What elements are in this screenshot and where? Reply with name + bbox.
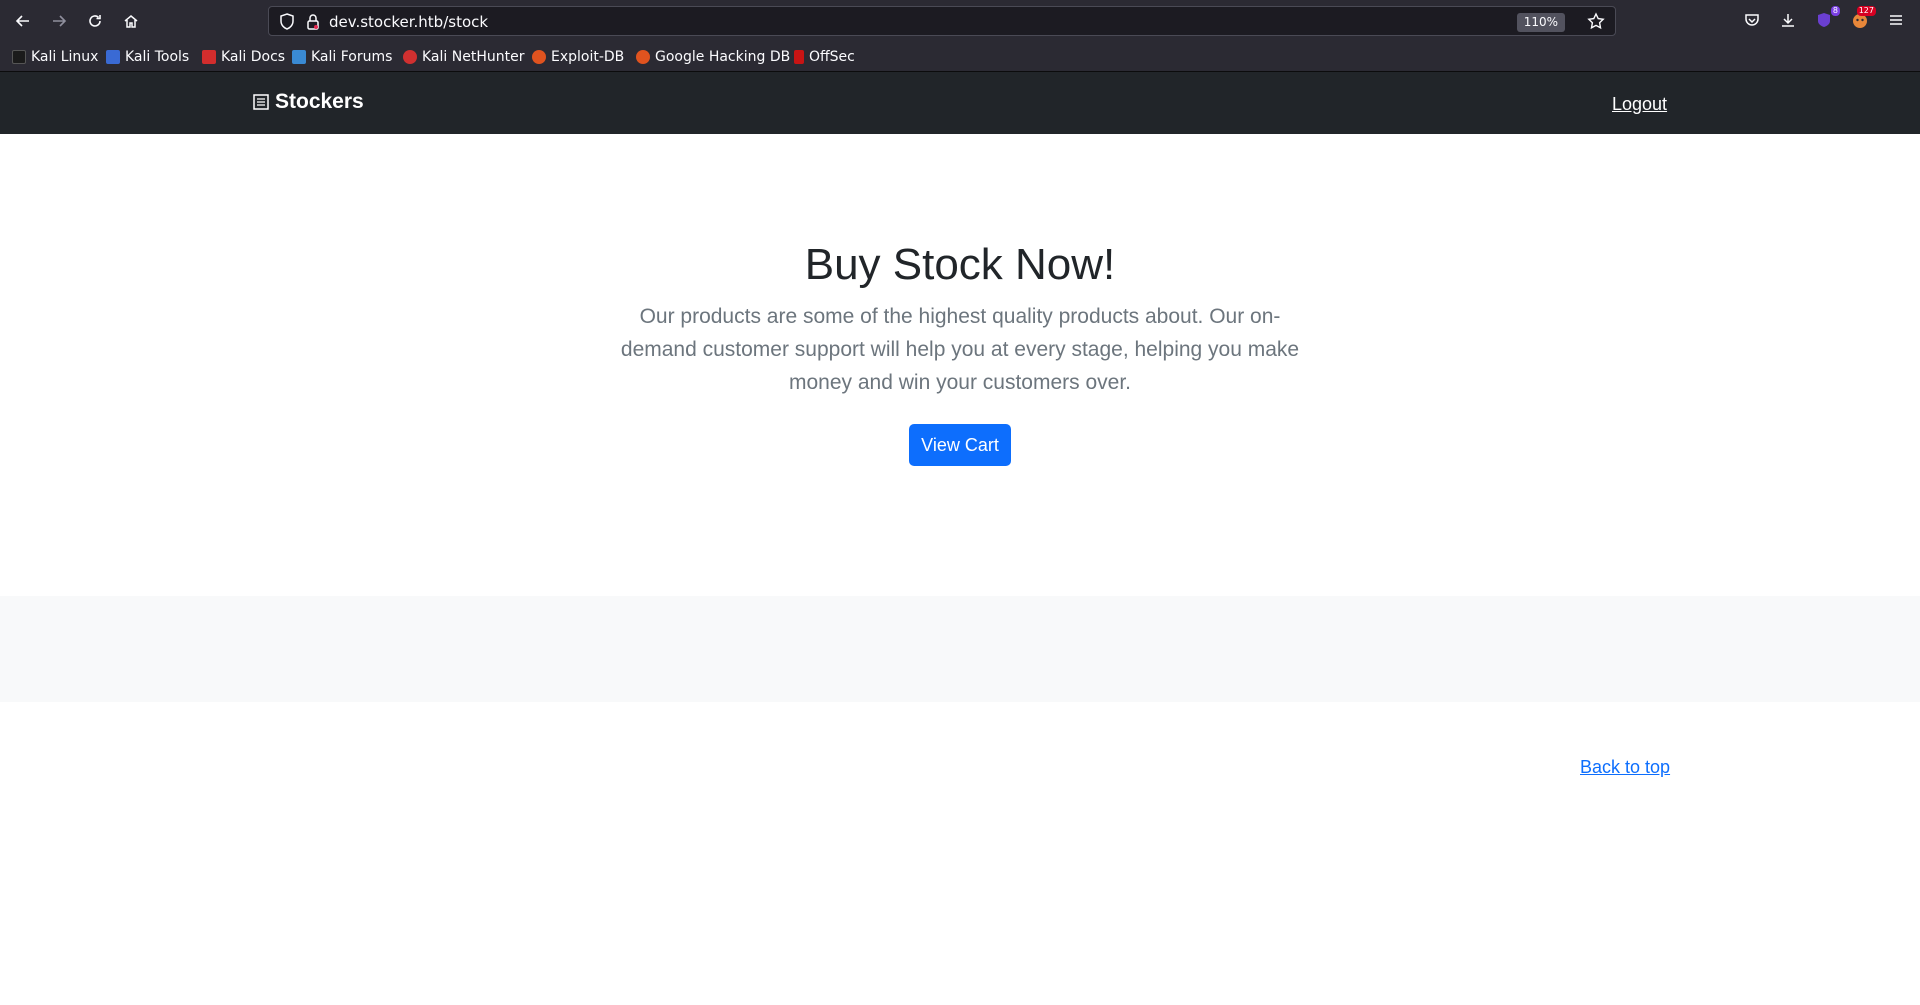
brand-link[interactable]: Stockers [253, 90, 364, 114]
ghdb-icon [636, 50, 650, 64]
bookmark-label: Kali Linux [31, 49, 99, 65]
home-icon [124, 15, 138, 28]
bookmark-kali-linux[interactable]: Kali Linux [12, 47, 98, 67]
back-to-top-link[interactable]: Back to top [1580, 757, 1670, 778]
logout-link[interactable]: Logout [1612, 94, 1667, 115]
newspaper-icon [253, 94, 269, 110]
bookmark-kali-forums[interactable]: Kali Forums [292, 47, 392, 67]
nethunter-icon [403, 50, 417, 64]
back-arrow-icon [15, 15, 29, 27]
kali-docs-icon [202, 50, 216, 64]
view-cart-button[interactable]: View Cart [909, 424, 1011, 466]
bookmark-google-hacking-db[interactable]: Google Hacking DB [636, 47, 790, 67]
bookmark-kali-docs[interactable]: Kali Docs [202, 47, 285, 67]
hero-title: Buy Stock Now! [804, 240, 1116, 289]
kali-tools-icon [106, 50, 120, 64]
ublock-icon[interactable]: 8 [1812, 6, 1840, 32]
hero-description: Our products are some of the highest qua… [620, 305, 1300, 394]
kali-dragon-icon [12, 50, 26, 64]
forward-button[interactable] [46, 8, 72, 34]
foxyproxy-badge: 127 [1856, 6, 1876, 16]
zoom-level-badge[interactable]: 110% [1516, 13, 1565, 32]
bookmark-exploit-db[interactable]: Exploit-DB [532, 47, 624, 67]
bookmark-label: Kali Tools [125, 49, 190, 65]
bookmark-kali-tools[interactable]: Kali Tools [106, 47, 189, 67]
forward-arrow-icon [53, 15, 67, 27]
exploit-db-icon [532, 50, 546, 64]
url-bar[interactable]: dev.stocker.htb/stock 110% [268, 6, 1616, 36]
hero-section: Buy Stock Now! Our products are some of … [0, 134, 1920, 596]
brand-name: Stockers [275, 90, 364, 113]
url-text[interactable]: dev.stocker.htb/stock [329, 13, 488, 31]
bookmark-star-icon[interactable] [1587, 12, 1605, 34]
bookmark-label: Kali NetHunter [422, 49, 525, 65]
offsec-icon [794, 50, 804, 64]
site-navbar: Stockers Logout [0, 72, 1920, 134]
lock-icon[interactable] [305, 13, 321, 35]
bookmark-label: Exploit-DB [551, 49, 625, 65]
bookmark-label: OffSec [809, 49, 855, 65]
kali-forums-icon [292, 50, 306, 64]
products-section [0, 596, 1920, 702]
bookmark-label: Kali Docs [221, 49, 286, 65]
ublock-badge: 8 [1830, 6, 1840, 16]
reload-icon [89, 15, 101, 27]
tracking-shield-icon[interactable] [279, 13, 295, 35]
downloads-icon[interactable] [1776, 8, 1800, 32]
bookmarks-toolbar: Kali Linux Kali Tools Kali Docs Kali For… [0, 42, 1920, 72]
bookmark-offsec[interactable]: OffSec [794, 47, 855, 67]
bookmark-kali-nethunter[interactable]: Kali NetHunter [403, 47, 524, 67]
hamburger-menu-icon[interactable] [1884, 8, 1908, 32]
home-button[interactable] [118, 8, 144, 34]
foxyproxy-icon[interactable]: 127 [1848, 6, 1876, 32]
bookmark-label: Kali Forums [311, 49, 393, 65]
back-button[interactable] [10, 8, 36, 34]
browser-toolbar: dev.stocker.htb/stock 110% 8 127 [0, 0, 1920, 42]
pocket-icon[interactable] [1740, 8, 1764, 32]
bookmark-label: Google Hacking DB [655, 49, 791, 65]
reload-button[interactable] [82, 8, 108, 34]
